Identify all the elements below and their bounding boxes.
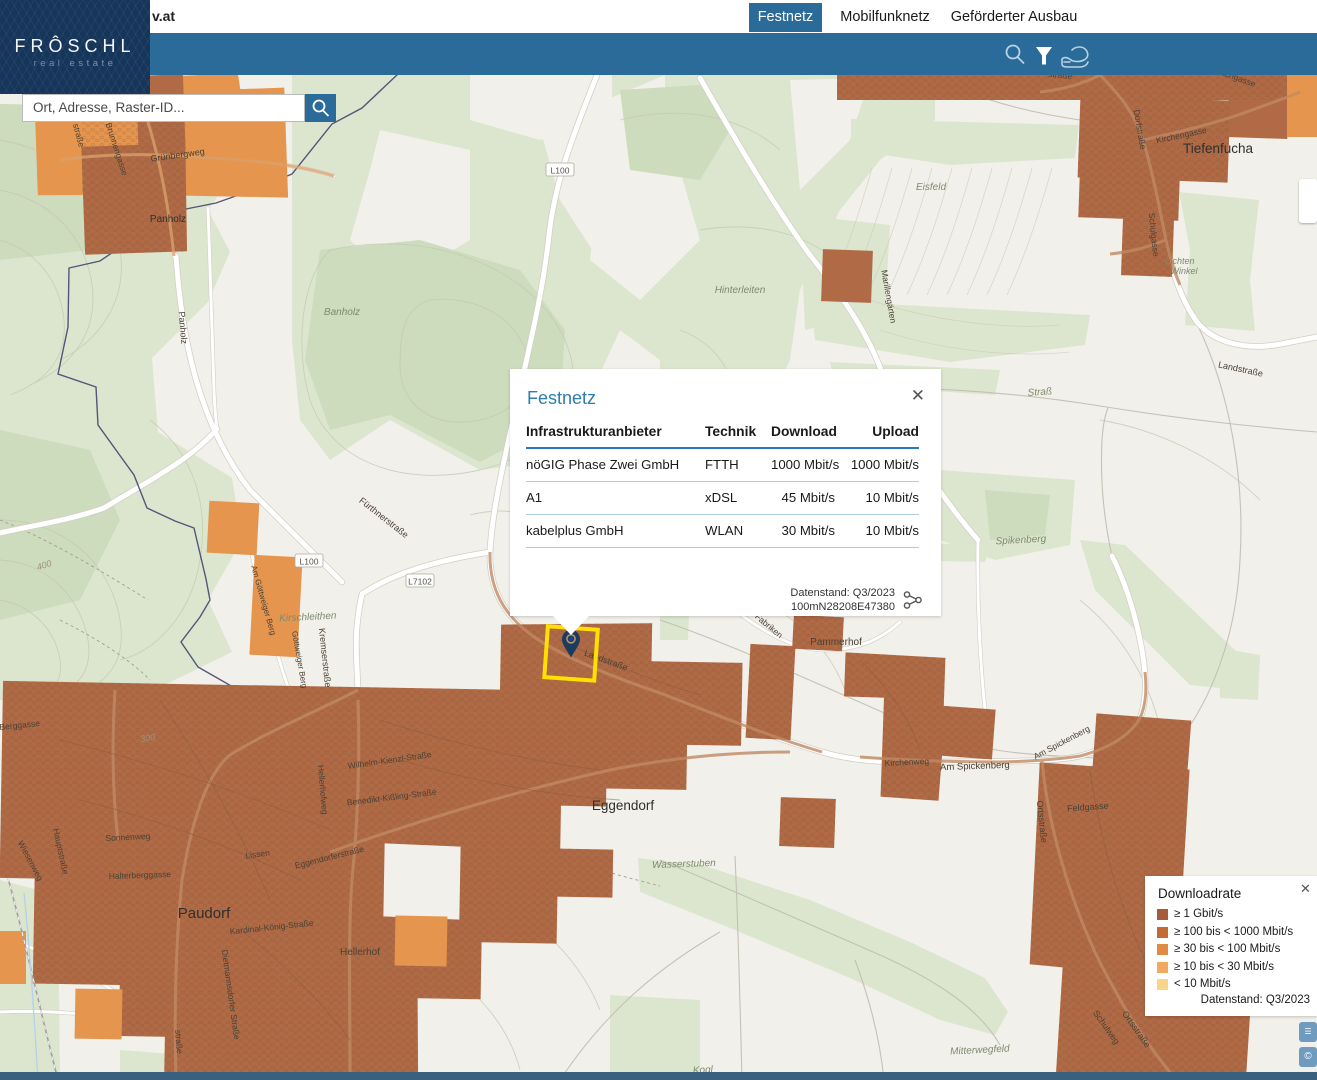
svg-text:Straß: Straß [1027,386,1052,399]
svg-text:Winkel: Winkel [1171,266,1199,276]
svg-text:Eisfeld: Eisfeld [916,182,946,193]
svg-text:L7102: L7102 [408,577,432,587]
svg-text:Hellerhof: Hellerhof [340,947,380,958]
svg-text:Wasserstuben: Wasserstuben [652,858,717,871]
svg-text:Pammerhof: Pammerhof [810,637,862,648]
svg-text:Panholz: Panholz [150,214,186,225]
svg-text:Banholz: Banholz [324,307,360,318]
svg-text:Lichten: Lichten [1165,256,1194,266]
svg-text:L100: L100 [300,557,319,567]
svg-text:Tiefenfucha: Tiefenfucha [1183,141,1254,156]
svg-text:straße: straße [173,1029,185,1054]
svg-text:Hinterleiten: Hinterleiten [715,285,766,296]
svg-text:Paudorf: Paudorf [178,905,231,922]
svg-text:300: 300 [139,732,155,744]
svg-text:L100: L100 [551,166,570,176]
svg-text:Eggendorf: Eggendorf [592,798,655,813]
